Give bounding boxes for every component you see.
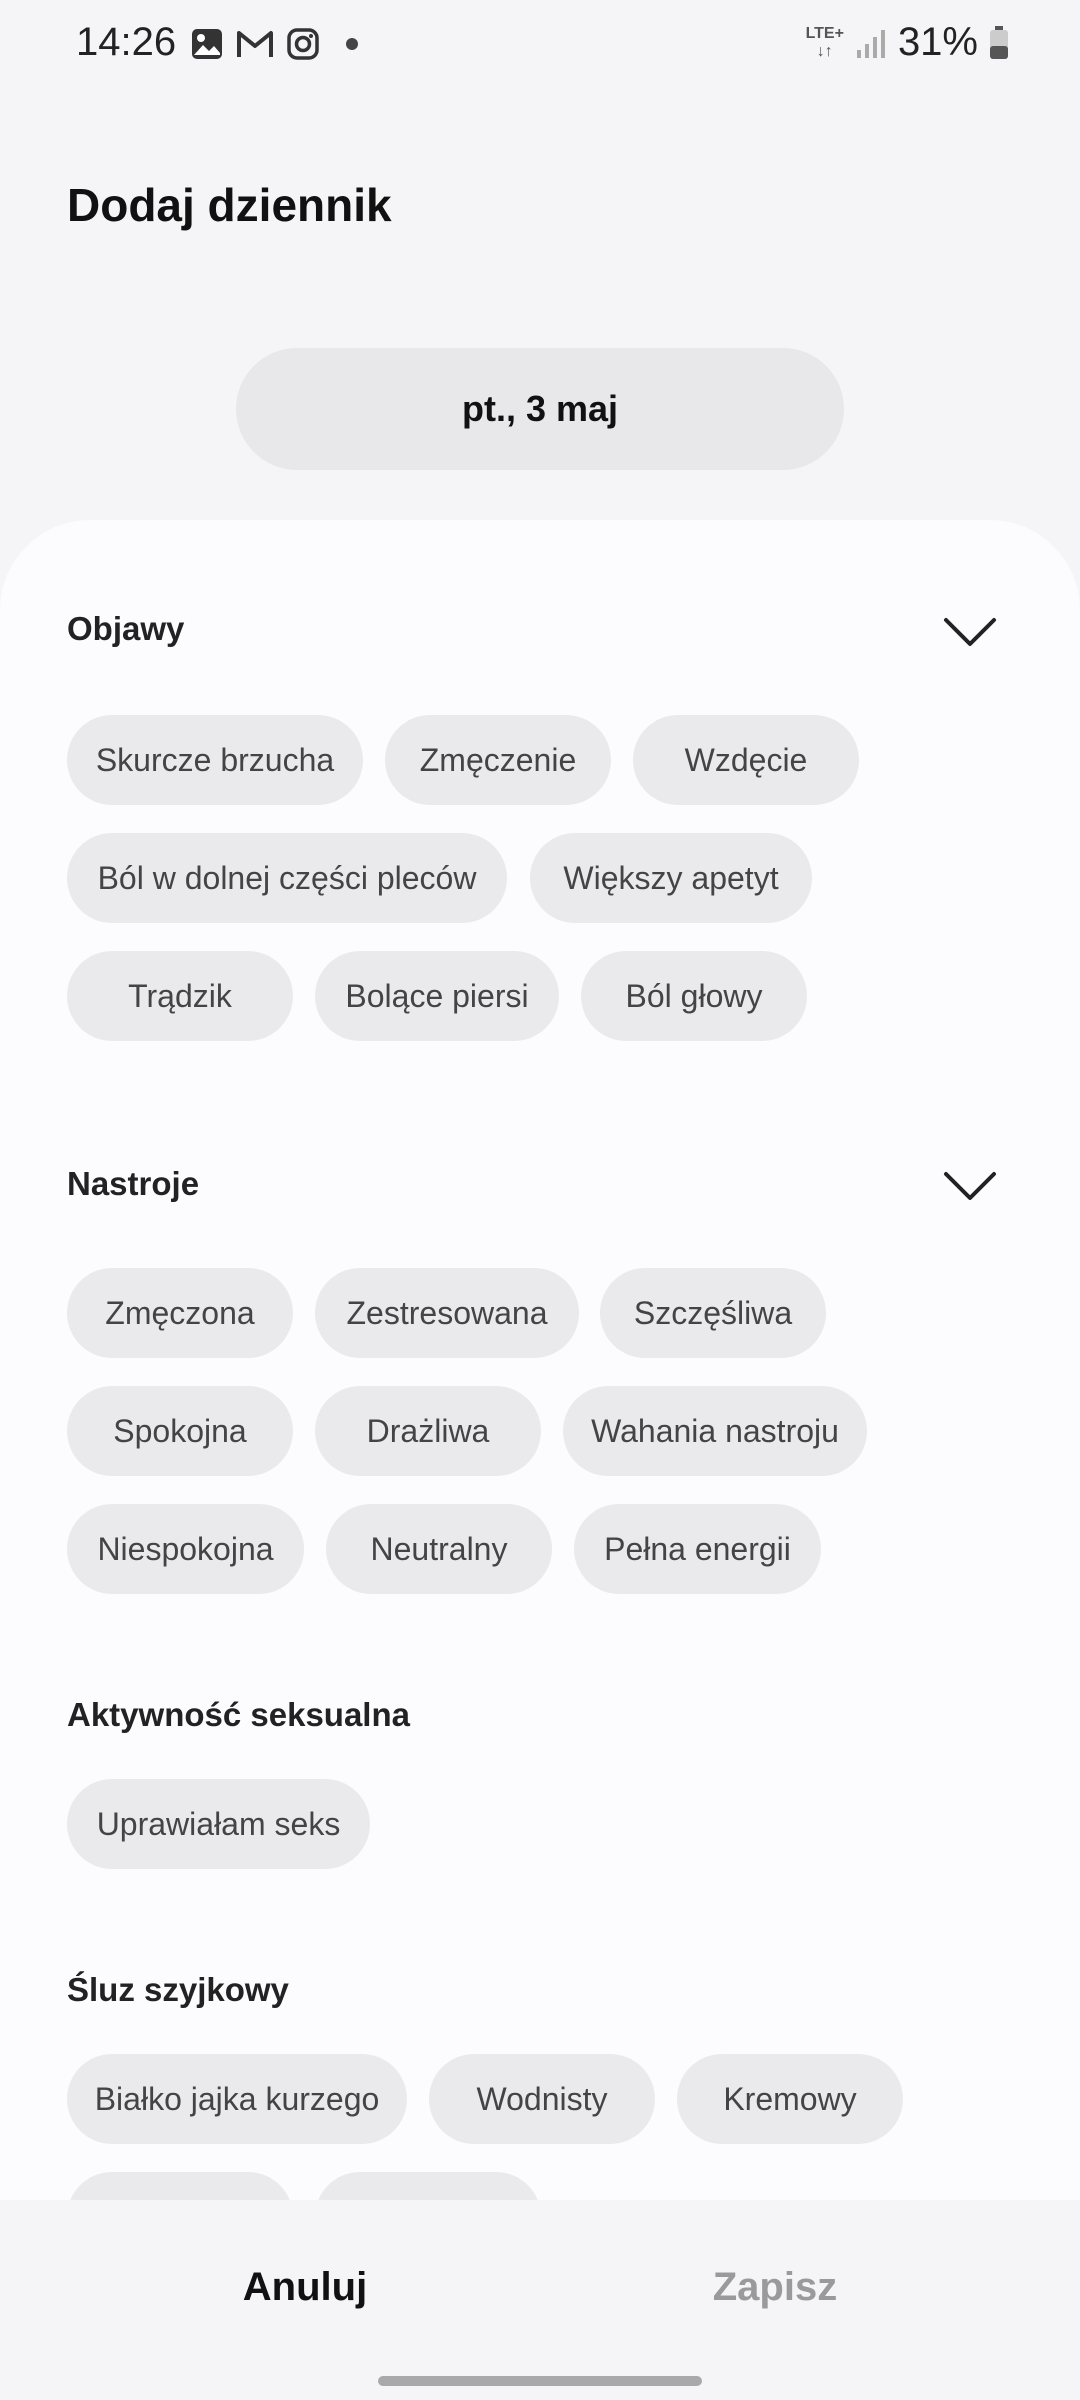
chip-mood[interactable]: Spokojna bbox=[67, 1386, 293, 1476]
chip-mood[interactable]: Drażliwa bbox=[315, 1386, 541, 1476]
chevron-down-icon[interactable] bbox=[942, 1170, 998, 1202]
chip-mucus[interactable]: Wodnisty bbox=[429, 2054, 655, 2144]
home-indicator[interactable] bbox=[378, 2376, 702, 2386]
chevron-down-icon[interactable] bbox=[942, 616, 998, 648]
signal-icon bbox=[856, 29, 885, 58]
chip-symptom[interactable]: Bolące piersi bbox=[315, 951, 559, 1041]
chip-symptom[interactable]: Większy apetyt bbox=[530, 833, 812, 923]
chip-symptom[interactable]: Ból w dolnej części pleców bbox=[67, 833, 507, 923]
notification-icons bbox=[190, 27, 362, 61]
section-title-cervical-mucus: Śluz szyjkowy bbox=[67, 1971, 289, 2008]
status-right: LTE+ ↓↑ 31% bbox=[806, 20, 1010, 65]
chip-symptom[interactable]: Ból głowy bbox=[581, 951, 807, 1041]
chip-mucus-partial[interactable] bbox=[67, 2172, 293, 2200]
chip-symptom[interactable]: Skurcze brzucha bbox=[67, 715, 363, 805]
data-arrows-icon: ↓↑ bbox=[816, 42, 833, 60]
section-title-moods: Nastroje bbox=[67, 1165, 200, 1202]
gallery-icon bbox=[192, 29, 222, 59]
chip-symptom[interactable]: Zmęczenie bbox=[385, 715, 611, 805]
battery-percentage: 31% bbox=[897, 20, 978, 64]
chip-mood[interactable]: Pełna energii bbox=[574, 1504, 821, 1594]
chip-mood[interactable]: Zmęczona bbox=[67, 1268, 293, 1358]
save-button[interactable]: Zapisz bbox=[620, 2252, 930, 2322]
date-selector-button[interactable]: pt., 3 maj bbox=[236, 348, 844, 470]
section-title-symptoms: Objawy bbox=[67, 610, 185, 647]
chip-sexual-activity[interactable]: Uprawiałam seks bbox=[67, 1779, 370, 1869]
chip-mood[interactable]: Neutralny bbox=[326, 1504, 552, 1594]
network-type: LTE+ ↓↑ bbox=[805, 24, 844, 60]
cancel-button[interactable]: Anuluj bbox=[150, 2252, 460, 2322]
more-notifications-dot-icon bbox=[346, 38, 358, 50]
chip-mood[interactable]: Szczęśliwa bbox=[600, 1268, 826, 1358]
log-sheet: Objawy Skurcze brzucha Zmęczenie Wzdęcie… bbox=[0, 520, 1080, 2200]
chip-symptom[interactable]: Trądzik bbox=[67, 951, 293, 1041]
gmail-icon bbox=[237, 31, 273, 57]
status-bar: 14:26 LTE+ ↓↑ 31% bbox=[0, 0, 1080, 90]
chip-mucus[interactable]: Kremowy bbox=[677, 2054, 903, 2144]
bottom-action-bar: Anuluj Zapisz bbox=[0, 2200, 1080, 2400]
chip-mood[interactable]: Zestresowana bbox=[315, 1268, 579, 1358]
instagram-icon bbox=[287, 28, 319, 60]
chip-mucus-partial[interactable] bbox=[315, 2172, 541, 2200]
page-title: Dodaj dziennik bbox=[67, 179, 392, 231]
chip-mood[interactable]: Wahania nastroju bbox=[563, 1386, 867, 1476]
chip-symptom[interactable]: Wzdęcie bbox=[633, 715, 859, 805]
battery-icon bbox=[990, 25, 1008, 59]
section-title-sexual-activity: Aktywność seksualna bbox=[67, 1696, 410, 1733]
chip-mood[interactable]: Niespokojna bbox=[67, 1504, 304, 1594]
chip-mucus[interactable]: Białko jajka kurzego bbox=[67, 2054, 407, 2144]
status-time: 14:26 bbox=[76, 20, 177, 64]
